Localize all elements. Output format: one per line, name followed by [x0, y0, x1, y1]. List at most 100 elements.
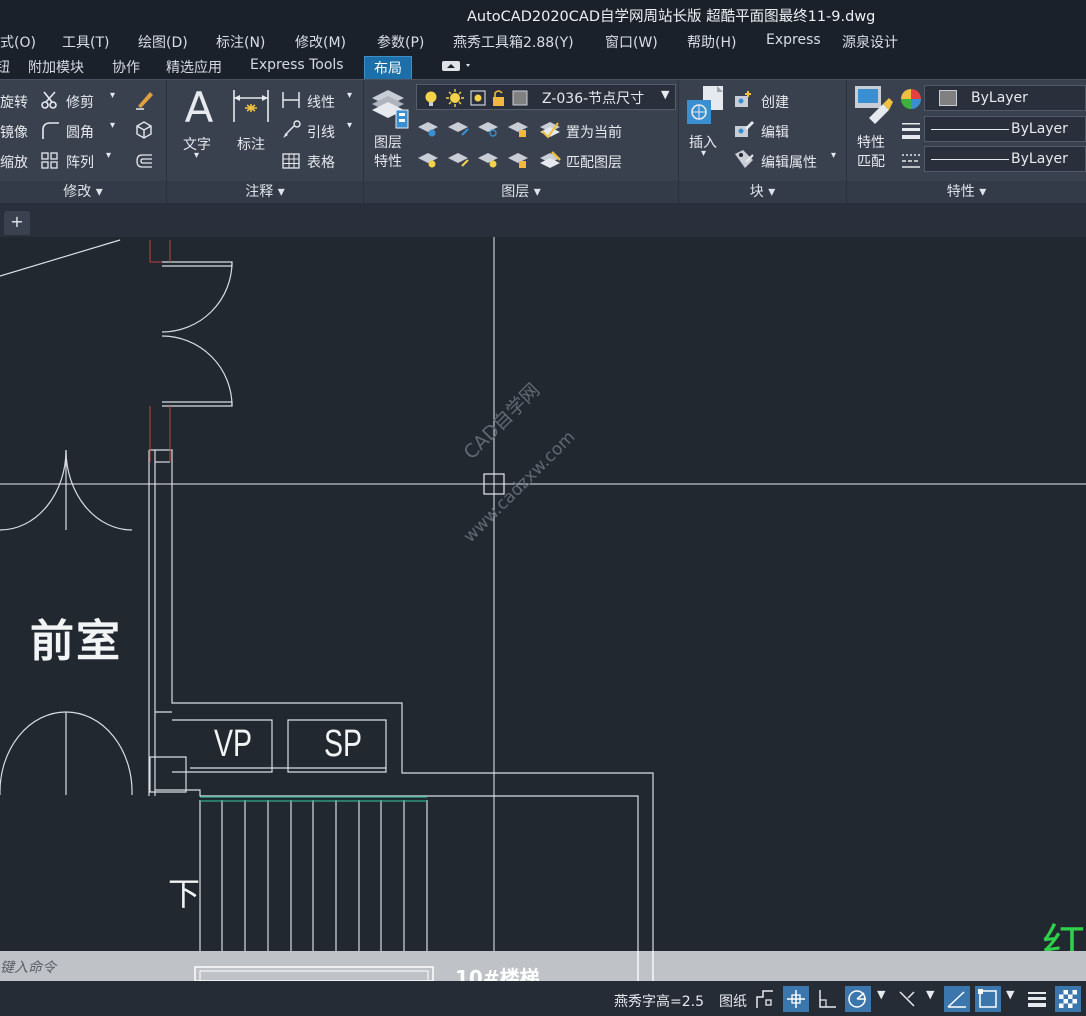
table-icon[interactable] [281, 151, 301, 175]
layer-properties-icon[interactable] [370, 84, 410, 134]
erase-icon[interactable] [134, 88, 156, 114]
tab-collaborate[interactable]: 协作 [112, 57, 140, 77]
create-block-button[interactable]: 创建 [761, 92, 789, 112]
fillet-icon[interactable] [40, 120, 60, 144]
command-line[interactable]: 键入命令 10#楼梯 [0, 951, 1086, 981]
object-snap-icon[interactable] [975, 986, 1001, 1012]
menu-window[interactable]: 窗口(W) [605, 32, 658, 52]
layer-tools-row1-icon[interactable] [416, 117, 536, 139]
linear-dim-icon[interactable] [281, 90, 301, 114]
menu-dimension[interactable]: 标注(N) [216, 32, 265, 52]
door-arc-upper [161, 261, 233, 333]
linear-dropdown-icon[interactable]: ▾ [347, 90, 352, 101]
edit-attributes-dropdown-icon[interactable]: ▾ [831, 150, 836, 161]
set-current-layer-icon[interactable] [538, 117, 562, 141]
isodraft-dropdown-icon[interactable]: ▼ [926, 988, 934, 1001]
polar-dropdown-icon[interactable]: ▼ [877, 988, 885, 1001]
linetype-icon[interactable] [900, 150, 922, 172]
edit-attributes-button[interactable]: 编辑属性 [761, 152, 817, 172]
ortho-icon[interactable] [814, 986, 840, 1012]
isodraft-icon[interactable] [895, 986, 921, 1012]
match-properties-icon[interactable] [853, 84, 893, 128]
trim-icon[interactable] [40, 90, 60, 114]
insert-dropdown-icon[interactable]: ▾ [701, 148, 706, 159]
edit-attributes-icon[interactable] [733, 148, 755, 170]
tab-express-tools[interactable]: Express Tools [250, 57, 344, 73]
edit-block-icon[interactable] [733, 118, 755, 140]
linear-button[interactable]: 线性 [307, 92, 335, 112]
paper-space-toggle[interactable]: 图纸 [719, 991, 747, 1011]
tab-addins[interactable]: 附加模块 [28, 57, 84, 77]
menu-express[interactable]: Express [766, 32, 821, 48]
ribbon: 旋转 修剪 ▾ 镜像 圆角 ▾ 缩放 阵列 ▾ 修改 ▾ A 文字 ▾ 标注 线… [0, 79, 1086, 203]
panel-title-layers[interactable]: 图层 ▾ [364, 181, 678, 203]
layer-dropdown-icon[interactable]: ▼ [661, 88, 669, 101]
match-properties-button[interactable]: 特性 匹配 [857, 134, 885, 172]
set-current-button[interactable]: 置为当前 [566, 122, 622, 142]
menu-yuanquan[interactable]: 源泉设计 [842, 32, 898, 52]
insert-block-icon[interactable] [685, 84, 727, 128]
text-dropdown-icon[interactable]: ▾ [194, 150, 199, 161]
object-snap-tracking-icon[interactable] [944, 986, 970, 1012]
color-dropdown[interactable]: ByLayer [924, 85, 1086, 111]
trim-button[interactable]: 修剪 [66, 92, 94, 112]
layer-tools-row2-icon[interactable] [416, 148, 536, 170]
tab-featured-apps[interactable]: 精选应用 [166, 57, 222, 77]
text-height-status[interactable]: 燕秀字高=2.5 [614, 991, 704, 1011]
trim-dropdown-icon[interactable]: ▾ [110, 90, 115, 101]
array-dropdown-icon[interactable]: ▾ [106, 150, 111, 161]
panel-title-annotation[interactable]: 注释 ▾ [167, 181, 363, 203]
text-icon[interactable]: A [181, 83, 217, 132]
polar-tracking-icon[interactable] [845, 986, 871, 1012]
fillet-button[interactable]: 圆角 [66, 122, 94, 142]
create-block-icon[interactable] [733, 88, 755, 110]
ribbon-toggle-icon[interactable] [440, 58, 474, 74]
viewport-icon[interactable] [752, 986, 778, 1012]
linetype-dropdown[interactable]: ByLayer [924, 116, 1086, 142]
color-wheel-icon[interactable] [900, 88, 922, 110]
tab-partial[interactable]: 钮 [0, 57, 10, 77]
snap-grid-icon[interactable] [783, 986, 809, 1012]
lineweight-display-icon[interactable] [1024, 986, 1050, 1012]
leader-dropdown-icon[interactable]: ▾ [347, 120, 352, 131]
panel-title-modify[interactable]: 修改 ▾ [0, 181, 166, 203]
leader-button[interactable]: 引线 [307, 122, 335, 142]
tab-layout[interactable]: 布局 [364, 56, 412, 80]
rotate-button[interactable]: 旋转 [0, 92, 28, 112]
floor-plan[interactable] [0, 237, 1086, 951]
panel-title-block[interactable]: 块 ▾ [679, 181, 846, 203]
menu-parametric[interactable]: 参数(P) [377, 32, 424, 52]
menu-tools[interactable]: 工具(T) [62, 32, 109, 52]
drawing-canvas[interactable]: CAD自学网 www.cadzxw.com 前室 VP SP 下 红 [0, 237, 1086, 951]
lineweight-icon[interactable] [900, 120, 922, 142]
menu-format[interactable]: 式(O) [0, 32, 36, 52]
edit-block-button[interactable]: 编辑 [761, 122, 789, 142]
menu-yanxiu-tools[interactable]: 燕秀工具箱2.88(Y) [453, 32, 574, 52]
dimension-icon[interactable] [231, 86, 271, 130]
scale-button[interactable]: 缩放 [0, 152, 28, 172]
lineweight-dropdown[interactable]: ByLayer [924, 146, 1086, 172]
fillet-dropdown-icon[interactable]: ▾ [110, 120, 115, 131]
menu-help[interactable]: 帮助(H) [687, 32, 736, 52]
offset-icon[interactable] [134, 151, 154, 175]
array-button[interactable]: 阵列 [66, 152, 94, 172]
match-layer-icon[interactable] [538, 148, 562, 172]
dimension-button[interactable]: 标注 [237, 134, 265, 154]
explode-icon[interactable] [134, 119, 154, 143]
panel-title-properties[interactable]: 特性 ▾ [847, 181, 1086, 203]
table-button[interactable]: 表格 [307, 152, 335, 172]
array-icon[interactable] [40, 151, 60, 175]
room-label: 前室 [30, 616, 122, 667]
menu-modify[interactable]: 修改(M) [295, 32, 346, 52]
color-value: ByLayer [971, 90, 1028, 106]
layer-properties-button[interactable]: 图层 特性 [374, 134, 402, 172]
new-drawing-tab-icon[interactable]: + [4, 211, 30, 235]
object-snap-dropdown-icon[interactable]: ▼ [1006, 988, 1014, 1001]
match-layer-button[interactable]: 匹配图层 [566, 152, 622, 172]
layer-dropdown[interactable]: Z-036-节点尺寸 ▼ [416, 84, 676, 110]
leader-icon[interactable] [281, 120, 301, 144]
mirror-button[interactable]: 镜像 [0, 122, 28, 142]
command-input[interactable]: 键入命令 [0, 957, 56, 977]
menu-draw[interactable]: 绘图(D) [138, 32, 188, 52]
transparency-icon[interactable] [1055, 986, 1081, 1012]
